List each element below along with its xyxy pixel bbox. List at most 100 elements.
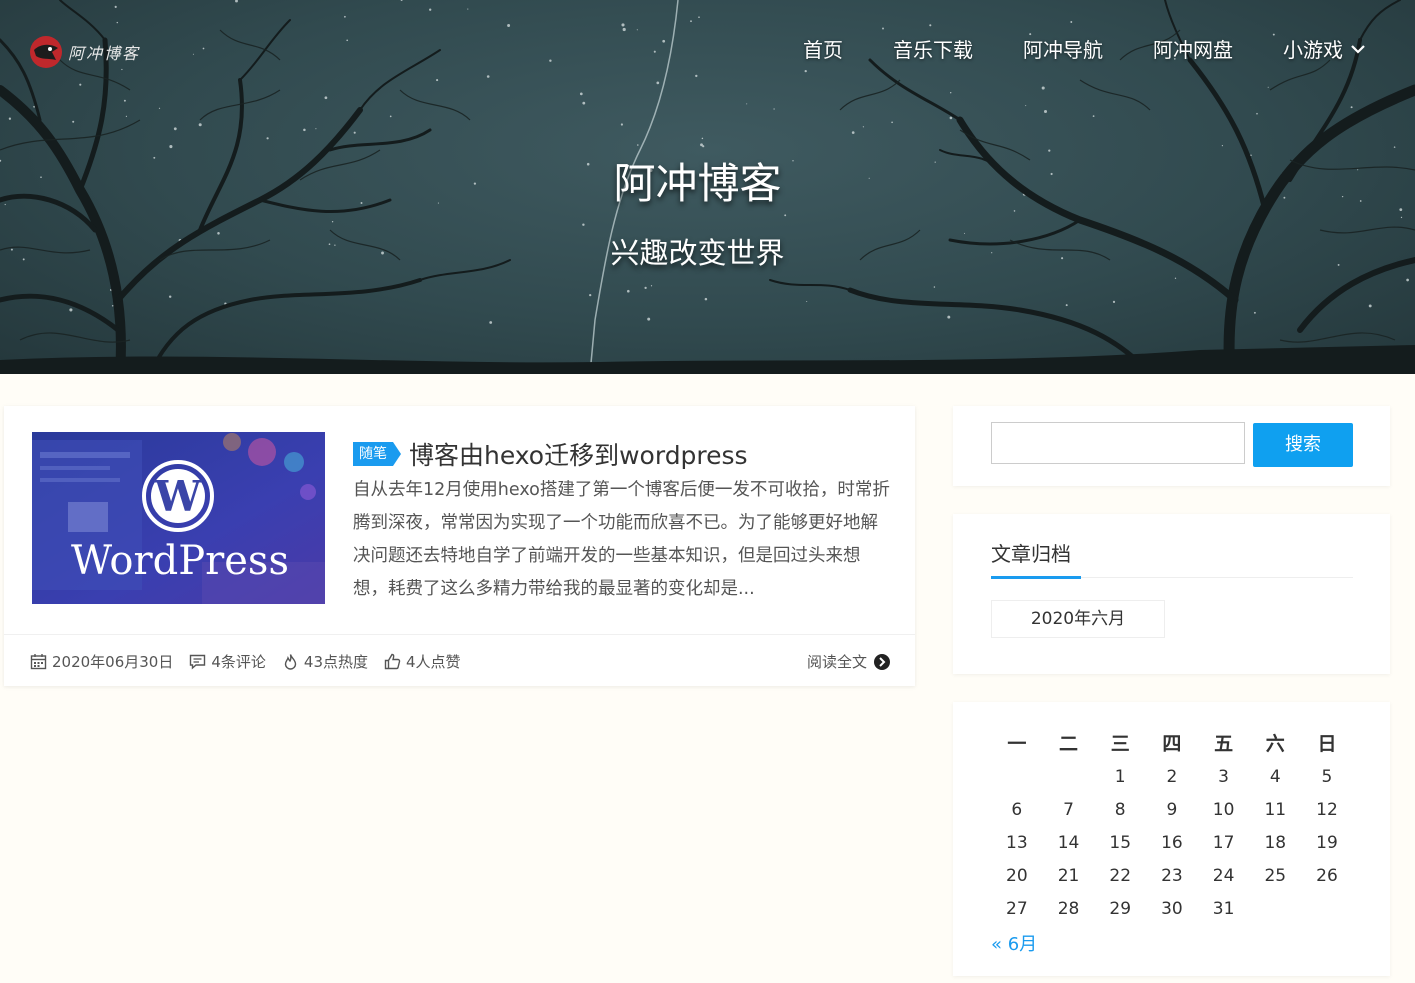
main-nav: 首页 音乐下载 阿冲导航 阿冲网盘 小游戏 (803, 34, 1367, 63)
star (1221, 145, 1223, 147)
star (1092, 115, 1095, 117)
calendar-widget: 一 二 三 四 五 六 日 1 2 3 4 5 6 7 8 9 10 11 12… (953, 702, 1390, 976)
star (702, 145, 705, 148)
calendar-prev-month-link[interactable]: « 6月 (991, 930, 1037, 956)
nav-item-navigation[interactable]: 阿冲导航 (1023, 34, 1103, 63)
star (701, 137, 704, 140)
calendar-day: 23 (1161, 866, 1183, 886)
archive-title: 文章归档 (991, 542, 1071, 566)
star (507, 24, 511, 27)
logo-mark-icon (30, 36, 62, 68)
post-footer: 2020年06月30日 4条评论 43点热度 4人点赞 阅读全文 (4, 634, 915, 687)
thumb-logo-text: WordPress (71, 538, 289, 584)
star (33, 105, 35, 108)
calendar-day: 25 (1264, 866, 1287, 886)
post-likes[interactable]: 4人点赞 (384, 651, 461, 672)
nav-item-label: 小游戏 (1283, 38, 1343, 62)
star (123, 99, 126, 102)
calendar-day: 16 (1161, 833, 1183, 853)
star (627, 289, 630, 293)
site-logo[interactable]: 阿冲博客 (28, 34, 140, 70)
star (1065, 304, 1068, 307)
weekday: 三 (1110, 733, 1130, 755)
post-meta: 2020年06月30日 4条评论 43点热度 4人点赞 (30, 651, 477, 672)
calendar-day: 19 (1316, 833, 1338, 853)
calendar-day: 18 (1264, 833, 1287, 853)
star (198, 123, 202, 127)
post-header: 随笔 博客由hexo迁移到wordpress (353, 436, 748, 472)
nav-item-label: 阿冲导航 (1023, 38, 1103, 62)
nav-item-home[interactable]: 首页 (803, 34, 843, 63)
star (389, 115, 392, 118)
star (111, 304, 114, 307)
star (324, 96, 328, 100)
nav-item-netdisk[interactable]: 阿冲网盘 (1153, 34, 1233, 63)
weekday: 一 (1007, 733, 1027, 755)
star (169, 145, 173, 149)
calendar-day: 26 (1316, 866, 1338, 886)
weekday: 六 (1265, 733, 1285, 755)
search-input[interactable] (991, 422, 1245, 464)
star (1043, 109, 1048, 114)
star (114, 5, 117, 8)
star (806, 300, 808, 303)
search-button[interactable]: 搜索 (1253, 423, 1353, 467)
calendar-day: 21 (1057, 866, 1080, 886)
svg-text:W: W (153, 472, 202, 521)
nav-item-label: 首页 (803, 38, 843, 62)
calendar-grid: 一 二 三 四 五 六 日 1 2 3 4 5 6 7 8 9 10 11 12… (991, 728, 1353, 926)
star (1368, 304, 1372, 308)
star (582, 101, 586, 105)
calendar-day: 11 (1264, 800, 1287, 820)
star (1112, 300, 1116, 303)
nav-item-games[interactable]: 小游戏 (1283, 34, 1367, 63)
calendar-day: 8 (1114, 800, 1126, 820)
chevron-down-icon (1351, 44, 1365, 54)
star (266, 137, 269, 140)
star (202, 47, 205, 50)
star (662, 39, 666, 43)
star (116, 21, 119, 24)
calendar-day: 10 (1212, 800, 1235, 820)
star (125, 115, 127, 117)
weekday: 二 (1059, 733, 1079, 755)
star (1025, 105, 1027, 107)
post-heat-text: 43点热度 (303, 653, 368, 671)
star (695, 74, 698, 78)
archive-item[interactable]: 2020年六月 (991, 600, 1165, 638)
calendar-day: 1 (1114, 767, 1126, 787)
calendar-day: 28 (1057, 899, 1080, 919)
star (621, 23, 625, 27)
nav-item-music[interactable]: 音乐下载 (893, 34, 973, 63)
calendar-week: 20 21 22 23 24 25 26 (991, 860, 1353, 893)
star (346, 39, 349, 42)
star (489, 321, 493, 324)
calendar-day: 9 (1166, 800, 1178, 820)
star (933, 286, 936, 288)
calendar-day: 30 (1161, 899, 1183, 919)
calendar-day: 31 (1212, 899, 1235, 919)
star (353, 131, 356, 134)
star (637, 144, 639, 146)
read-more-link[interactable]: 阅读全文 (807, 651, 891, 672)
category-tag[interactable]: 随笔 (353, 442, 401, 466)
arrow-right-circle-icon (874, 653, 890, 670)
post-comments[interactable]: 4条评论 (189, 651, 266, 672)
post-likes-text: 4人点赞 (406, 653, 461, 671)
star (636, 29, 638, 31)
post-date: 2020年06月30日 (30, 651, 173, 672)
calendar-day (1301, 893, 1353, 926)
star (1400, 216, 1403, 219)
post-heat: 43点热度 (282, 651, 368, 672)
calendar-icon (30, 654, 47, 670)
star (1070, 21, 1073, 23)
calendar-day: 3 (1218, 767, 1229, 787)
post-date-text: 2020年06月30日 (52, 653, 174, 671)
star (656, 81, 660, 85)
comment-icon (190, 654, 206, 670)
star (168, 295, 172, 298)
calendar-day: 13 (1006, 833, 1028, 853)
post-title[interactable]: 博客由hexo迁移到wordpress (409, 436, 748, 472)
post-thumbnail[interactable]: W WordPress (32, 432, 325, 604)
calendar-day (1043, 761, 1095, 794)
